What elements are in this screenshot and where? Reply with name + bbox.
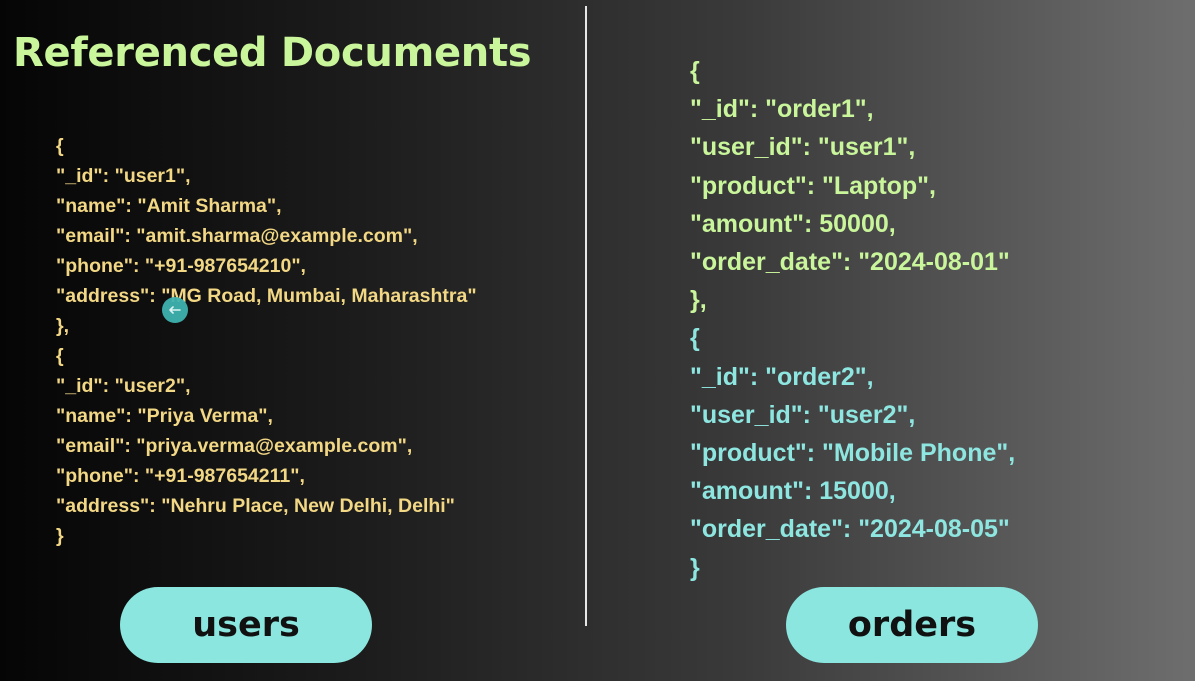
code-line: { <box>56 345 64 367</box>
code-line: "product": "Laptop", <box>690 171 936 200</box>
move-cursor-icon <box>162 297 188 323</box>
code-line: "_id": "order2", <box>690 362 874 391</box>
code-line: "product": "Mobile Phone", <box>690 439 1016 468</box>
users-code-block: { "_id": "user1", "name": "Amit Sharma",… <box>56 131 477 551</box>
code-line: "phone": "+91-987654211", <box>56 465 305 487</box>
code-line: "name": "Amit Sharma", <box>56 195 282 217</box>
code-line: } <box>690 553 700 582</box>
code-line: { <box>56 135 64 157</box>
column-divider <box>585 6 587 626</box>
code-line: } <box>56 525 64 547</box>
orders-collection-label: orders <box>786 587 1038 663</box>
code-line: { <box>690 324 700 353</box>
code-line: "order_date": "2024-08-01" <box>690 248 1010 277</box>
code-line: "user_id": "user1", <box>690 133 916 162</box>
code-line: "amount": 50000, <box>690 209 896 238</box>
code-line: "order_date": "2024-08-05" <box>690 515 1010 544</box>
orders-code-block: { "_id": "order1", "user_id": "user1", "… <box>690 52 1015 587</box>
code-line: "_id": "order1", <box>690 95 874 124</box>
code-line: "name": "Priya Verma", <box>56 405 273 427</box>
code-line: "_id": "user1", <box>56 165 191 187</box>
page-title: Referenced Documents <box>13 30 532 76</box>
users-collection-label: users <box>120 587 372 663</box>
code-line: "phone": "+91-987654210", <box>56 255 306 277</box>
code-line: "address": "Nehru Place, New Delhi, Delh… <box>56 495 455 517</box>
code-line: "address": "MG Road, Mumbai, Maharashtra… <box>56 285 477 307</box>
code-line: { <box>690 57 700 85</box>
code-line: "_id": "user2", <box>56 375 191 397</box>
code-line: "amount": 15000, <box>690 477 896 506</box>
code-line: "email": "priya.verma@example.com", <box>56 435 413 457</box>
code-line: }, <box>690 286 707 315</box>
code-line: "email": "amit.sharma@example.com", <box>56 225 418 247</box>
code-line: }, <box>56 315 70 337</box>
code-line: "user_id": "user2", <box>690 400 916 429</box>
